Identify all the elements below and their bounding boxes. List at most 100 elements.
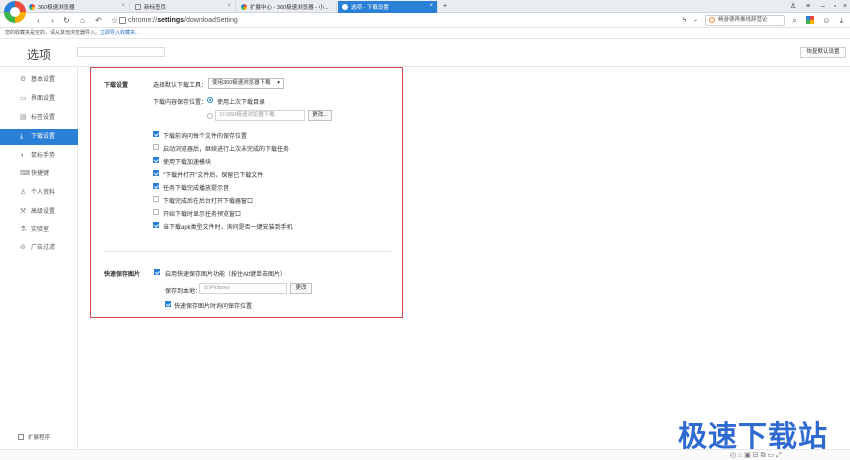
- tab-bar: 360极速浏览器 × 新标签页 × 扩展中心 - 360极速浏览器 - 小...…: [0, 0, 850, 13]
- download-option-label: 使用下载加速模块: [163, 160, 212, 166]
- person-icon: ♙: [20, 189, 27, 196]
- ask-location-label: 快速保存图片时询问保存位置: [174, 304, 253, 310]
- radio-last-dir-label: 使用上次下载目录: [217, 100, 266, 106]
- section-title-quicksave: 快速保存图片: [104, 272, 141, 278]
- tab-extension-center[interactable]: 扩展中心 - 360极速浏览器 - 小...: [237, 1, 337, 13]
- tab-new-tab[interactable]: 新标签页 ×: [131, 1, 236, 13]
- status-icons: ◴ ⌂ ▣ ⊟ ⧉ ▭ ⤢: [730, 452, 782, 459]
- sidebar-item-download[interactable]: ⤓ 下载设置: [0, 129, 78, 145]
- settings-search-input[interactable]: [77, 47, 165, 57]
- page-icon: [119, 17, 126, 24]
- radio-custom-dir[interactable]: [207, 113, 213, 119]
- search-icon: [709, 17, 715, 23]
- download-path-field[interactable]: D:\360极速浏览器下载: [215, 110, 305, 121]
- sidebar-item-lab[interactable]: ⚗ 实验室: [0, 222, 78, 238]
- download-icon[interactable]: ⤓: [836, 15, 847, 26]
- divider: [104, 251, 391, 252]
- chevron-down-icon: ▾: [277, 80, 280, 86]
- close-icon[interactable]: ×: [121, 3, 125, 9]
- download-option-checkbox[interactable]: [153, 157, 159, 163]
- default-tool-label: 选择默认下载工具：: [153, 83, 208, 89]
- extension-icon: [241, 4, 247, 10]
- import-favorites-link[interactable]: 立即导入收藏夹...: [100, 30, 139, 36]
- restore-defaults-button[interactable]: 恢复默认设置: [800, 47, 846, 58]
- address-bar[interactable]: chrome://settings/downloadSetting: [128, 15, 673, 26]
- quicksave-change-button[interactable]: 更改: [290, 283, 312, 294]
- download-option-label: 任务下载完成播放提示音: [163, 186, 230, 192]
- favorites-bar: 您的收藏夹是空的，请从其他浏览器导入。立即导入收藏夹...: [0, 28, 850, 39]
- section-title-download: 下载设置: [104, 83, 129, 89]
- sidebar-item-shortcuts[interactable]: ⌨ 快捷键: [0, 166, 78, 182]
- download-option-label: 开始下载时显示任务预览窗口: [163, 212, 242, 218]
- status-bar: ◴ ⌂ ▣ ⊟ ⧉ ▭ ⤢: [0, 449, 850, 460]
- download-option-checkbox[interactable]: [153, 222, 159, 228]
- lightning-icon[interactable]: ϟ: [679, 15, 690, 26]
- page-icon: [135, 4, 141, 10]
- download-option-checkbox[interactable]: [153, 144, 159, 150]
- sidebar-item-basic[interactable]: ⚙ 基本设置: [0, 72, 78, 88]
- sidebar-item-advanced[interactable]: ⚒ 高级设置: [0, 204, 78, 220]
- save-location-label: 下载内容保存位置：: [153, 100, 208, 106]
- download-option-label: "下载并打开"文件后，保留已下载文件: [163, 173, 264, 179]
- save-local-label: 保存到本地：: [165, 289, 202, 295]
- change-path-button[interactable]: 更改...: [308, 110, 332, 121]
- enable-quicksave-checkbox[interactable]: [154, 269, 160, 275]
- download-option-checkbox[interactable]: [153, 209, 159, 215]
- forward-button[interactable]: ›: [47, 15, 58, 26]
- radio-last-dir[interactable]: [207, 97, 213, 103]
- advanced-icon: ⚒: [20, 208, 27, 215]
- undo-close-button[interactable]: ↶: [93, 15, 104, 26]
- lab-icon: ⚗: [20, 226, 27, 233]
- download-option-checkbox[interactable]: [153, 183, 159, 189]
- ask-location-checkbox[interactable]: [165, 301, 171, 307]
- browser-logo-icon[interactable]: [4, 1, 26, 23]
- page-title: 选项: [27, 48, 52, 62]
- download-option-label: 下载前询问每个文件的保存位置: [163, 134, 248, 140]
- quicksave-path-field[interactable]: d:\Pictures: [199, 283, 287, 294]
- sidebar-item-mouse-gesture[interactable]: ◖ 鼠标手势: [0, 148, 78, 164]
- download-option-label: 当下载apk类型文件时，询问是否一键安装到手机: [163, 225, 293, 231]
- default-tool-select[interactable]: 使用360极速浏览器下载 ▾: [208, 78, 284, 89]
- block-icon: ⊘: [20, 244, 26, 251]
- navigation-bar: ‹ › ↻ ⌂ ↶ ☆ chrome://settings/downloadSe…: [0, 1, 850, 28]
- close-icon[interactable]: ×: [429, 3, 433, 9]
- shirt-icon[interactable]: ♙: [788, 1, 798, 12]
- sidebar-item-adblock[interactable]: ⊘ 广告过滤: [0, 240, 78, 256]
- sidebar: ⚙ 基本设置 ▭ 界面设置 ▤ 标签设置 ⤓ 下载设置 ◖ 鼠标手势 ⌨ 快捷键 ♙ 个人资料…: [0, 67, 78, 460]
- sidebar-item-profile[interactable]: ♙ 个人资料: [0, 185, 78, 201]
- close-icon[interactable]: ×: [227, 3, 231, 9]
- enable-quicksave-label: 启用快速保存图片功能（按住Alt键单击图片）: [165, 272, 287, 278]
- tab-icon: ▤: [20, 114, 27, 121]
- back-button[interactable]: ‹: [33, 15, 44, 26]
- download-option-checkbox[interactable]: [153, 196, 159, 202]
- home-button[interactable]: ⌂: [77, 15, 88, 26]
- maximize-button[interactable]: ▫: [830, 1, 840, 12]
- new-tab-button[interactable]: +: [440, 1, 450, 12]
- mouse-icon: ◖: [20, 152, 25, 159]
- apps-icon[interactable]: [806, 16, 814, 24]
- download-option-label: 下载完成后在后台打开下载器窗口: [163, 199, 254, 205]
- download-option-checkbox[interactable]: [153, 131, 159, 137]
- download-icon: ⤓: [20, 133, 24, 140]
- settings-header: 选项 恢复默认设置: [0, 39, 850, 67]
- extension-icon: [18, 434, 24, 440]
- sidebar-item-tabs[interactable]: ▤ 标签设置: [0, 110, 78, 126]
- settings-icon: [342, 4, 348, 10]
- menu-icon[interactable]: ≡: [803, 1, 813, 12]
- gear-icon: ⚙: [20, 76, 27, 83]
- layout-icon: ▭: [20, 95, 27, 102]
- keyboard-icon: ⌨: [20, 170, 31, 177]
- search-input[interactable]: 畅游德再推线辞营论: [705, 15, 785, 26]
- search-icon[interactable]: ⌕: [789, 15, 800, 26]
- tab-360-browser[interactable]: 360极速浏览器 ×: [25, 1, 130, 13]
- extensions-link[interactable]: 扩展程序: [18, 433, 50, 441]
- chevron-down-icon[interactable]: ⌄: [690, 15, 701, 26]
- download-option-checkbox[interactable]: [153, 170, 159, 176]
- tab-settings[interactable]: 选项 - 下载设置 ×: [338, 1, 438, 13]
- user-icon[interactable]: ☺: [821, 15, 832, 26]
- sidebar-item-interface[interactable]: ▭ 界面设置: [0, 91, 78, 107]
- close-window-button[interactable]: ×: [840, 1, 850, 12]
- minimize-button[interactable]: –: [818, 1, 828, 12]
- browser-logo-icon: [29, 4, 35, 10]
- reload-button[interactable]: ↻: [61, 15, 72, 26]
